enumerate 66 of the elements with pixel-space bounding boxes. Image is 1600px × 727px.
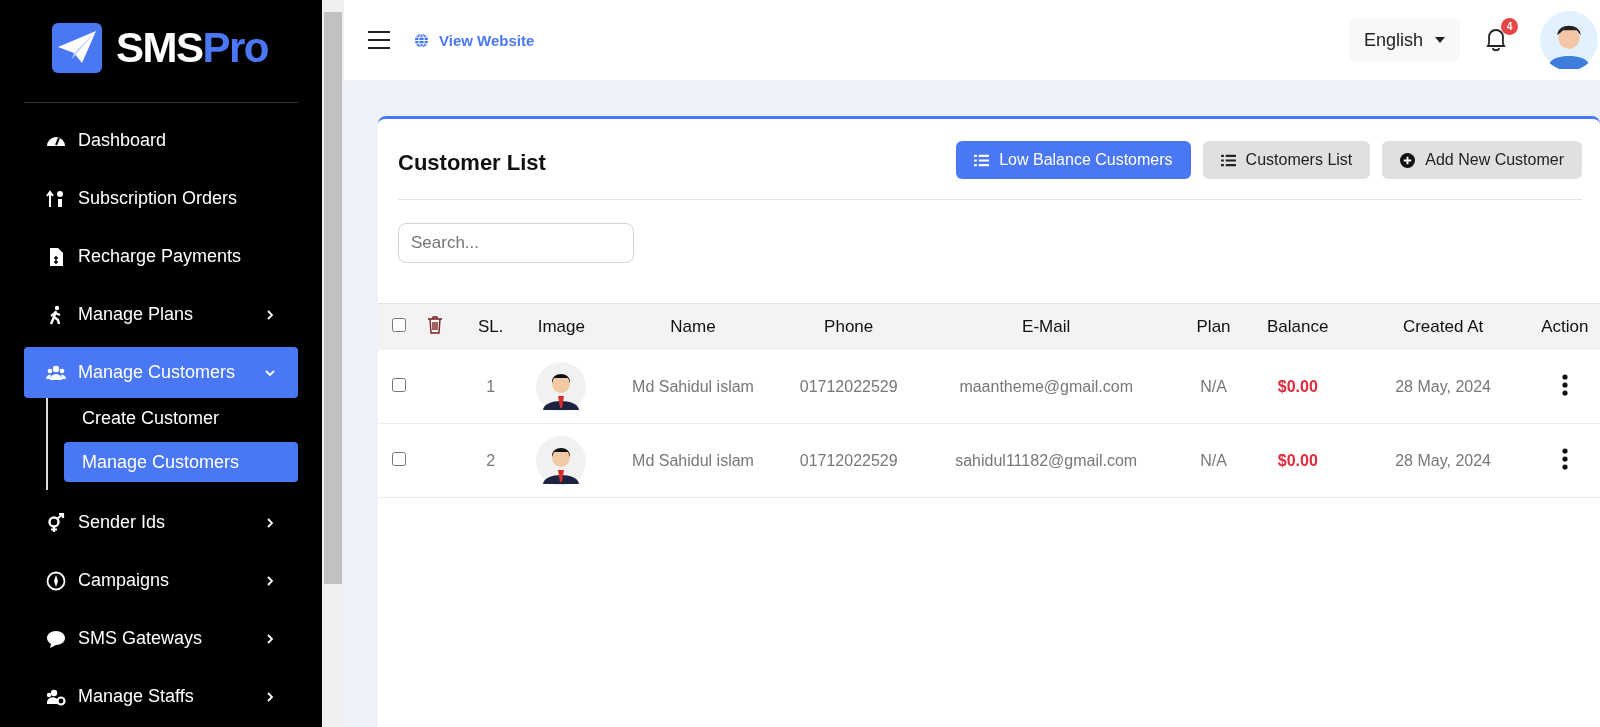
card-title: Customer List xyxy=(398,150,546,176)
sidebar-item[interactable]: Recharge Payments xyxy=(24,231,298,282)
scrollbar[interactable] xyxy=(322,0,344,727)
sidebar-item[interactable]: Manage Customers xyxy=(24,347,298,398)
table-cell: N/A xyxy=(1200,451,1227,469)
sidebar-item[interactable]: Manage Plans xyxy=(24,289,298,340)
avatar-icon[interactable] xyxy=(1540,11,1598,69)
more-options-icon[interactable] xyxy=(1561,373,1568,396)
bell-icon[interactable] xyxy=(1484,27,1508,53)
orders-icon xyxy=(46,188,66,209)
submenu-item[interactable]: Manage Customers xyxy=(64,442,298,482)
balance-cell: $0.00 xyxy=(1277,451,1318,469)
table-cell: 01712022529 xyxy=(799,377,898,395)
action-button[interactable]: Customers List xyxy=(1202,141,1371,179)
brand-name: SMSPro xyxy=(116,24,269,72)
person-avatar-icon xyxy=(536,361,587,412)
table-cell: N/A xyxy=(1200,377,1227,395)
chat-icon xyxy=(46,628,66,649)
column-header: Image xyxy=(537,317,585,336)
globe-icon xyxy=(414,32,429,48)
column-header: Phone xyxy=(824,317,874,336)
more-options-icon[interactable] xyxy=(1561,447,1568,470)
row-checkbox[interactable] xyxy=(392,377,407,392)
balance-cell: $0.00 xyxy=(1277,377,1318,395)
table-cell: 2 xyxy=(486,451,496,469)
list-icon xyxy=(974,153,990,167)
language-dropdown[interactable]: English xyxy=(1348,18,1460,62)
column-header: Balance xyxy=(1267,317,1329,336)
column-header: Created At xyxy=(1402,317,1484,336)
row-checkbox[interactable] xyxy=(392,451,407,466)
table-cell: 1 xyxy=(486,377,496,395)
sidebar-item[interactable]: Subscription Orders xyxy=(24,173,298,224)
caret-icon xyxy=(1435,37,1445,43)
trash-icon[interactable] xyxy=(427,315,442,334)
plus-circle-icon xyxy=(1400,152,1416,168)
table-cell: Md Sahidul islam xyxy=(632,377,754,395)
sidebar-item[interactable]: Sender Ids xyxy=(24,497,298,548)
list-icon xyxy=(1220,153,1236,167)
table-cell: Md Sahidul islam xyxy=(632,451,754,469)
column-header: Plan xyxy=(1196,317,1231,336)
action-button[interactable]: Low Balance Customers xyxy=(956,141,1191,179)
action-button[interactable]: Add New Customer xyxy=(1382,141,1582,179)
notification-badge: 4 xyxy=(1501,18,1518,35)
person-avatar-icon xyxy=(536,435,587,486)
menu-icon[interactable] xyxy=(368,31,390,49)
column-header: Action xyxy=(1541,317,1589,336)
submenu-item[interactable]: Create Customer xyxy=(64,398,298,438)
table-cell: 01712022529 xyxy=(799,451,898,469)
sidebar-item[interactable]: SMS Gateways xyxy=(24,613,298,664)
column-header: SL. xyxy=(478,317,504,336)
paper-plane-logo-icon xyxy=(52,23,102,73)
compass-icon xyxy=(46,570,66,591)
table-cell: maantheme@gmail.com xyxy=(959,377,1133,395)
view-website-link[interactable]: View Website xyxy=(414,31,535,49)
sidebar-item[interactable]: Dashboard xyxy=(24,115,298,166)
scrollbar-thumb[interactable] xyxy=(324,12,342,584)
column-header: E-Mail xyxy=(1022,317,1071,336)
sidebar-item[interactable]: Campaigns xyxy=(24,555,298,606)
table-cell: 28 May, 2024 xyxy=(1395,377,1491,395)
column-header: Name xyxy=(670,317,716,336)
search-field[interactable]: Search... xyxy=(398,223,634,263)
sidebar-item[interactable]: Manage Staffs xyxy=(24,671,298,722)
table-cell: 28 May, 2024 xyxy=(1395,451,1491,469)
gender-icon xyxy=(46,512,66,533)
select-all-checkbox[interactable] xyxy=(392,318,407,332)
table-cell: sahidul11182@gmail.com xyxy=(955,451,1138,469)
